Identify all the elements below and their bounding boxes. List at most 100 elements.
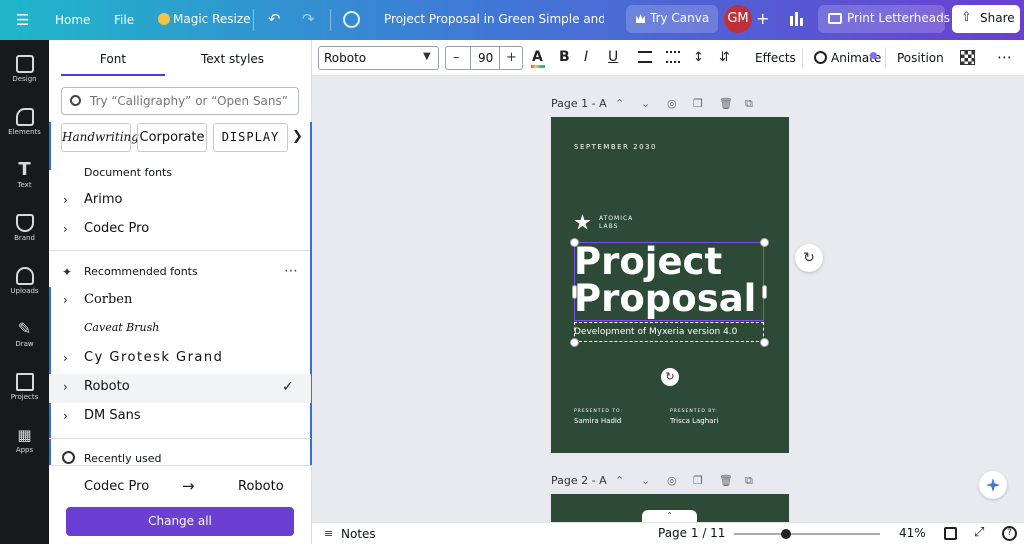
file-menu[interactable]: File <box>114 12 134 28</box>
magic-refresh-button[interactable]: ↻ <box>795 244 823 272</box>
italic-button[interactable]: I <box>584 49 588 65</box>
bold-button[interactable]: B <box>559 49 570 65</box>
animate-button[interactable]: Animate <box>813 46 881 70</box>
redo-icon[interactable]: ↷ <box>302 11 315 27</box>
brand-sub[interactable]: LABS <box>599 223 618 230</box>
underline-button[interactable]: U <box>608 49 618 65</box>
chevron-down-icon[interactable]: ⌄ <box>641 97 650 110</box>
title-line-1[interactable]: Project <box>574 241 722 282</box>
hide-icon[interactable]: ◎ <box>667 474 677 487</box>
print-letterheads-button[interactable]: Print Letterheads <box>818 5 950 33</box>
rail-item-projects[interactable]: Projects <box>0 364 49 416</box>
title-line-2[interactable]: Proposal <box>574 278 756 319</box>
page-indicator[interactable]: Page 1 / 11 <box>658 526 725 540</box>
presented-to-label[interactable]: PRESENTED TO: <box>574 409 623 414</box>
rail-item-apps[interactable]: ▦ Apps <box>0 417 49 469</box>
resize-handle[interactable] <box>760 338 769 347</box>
list-icon[interactable] <box>666 51 680 63</box>
chevron-right-icon[interactable]: ❯ <box>292 129 303 144</box>
decrease-size-button[interactable]: – <box>453 50 460 65</box>
cloud-sync-icon[interactable] <box>343 11 360 28</box>
rail-item-draw[interactable]: ✎ Draw <box>0 311 49 363</box>
add-page-icon[interactable]: ⧉ <box>745 97 753 111</box>
more-options-icon[interactable]: ⋯ <box>284 263 298 279</box>
trash-icon[interactable]: 🗑 <box>719 97 733 110</box>
text-color-icon[interactable]: A <box>531 49 545 68</box>
add-collaborator-icon[interactable]: + <box>756 11 769 27</box>
notes-button[interactable]: ≡ Notes <box>322 525 382 543</box>
menu-icon[interactable]: ☰ <box>16 12 29 28</box>
resize-handle[interactable] <box>570 238 579 247</box>
font-row-cy-grotesk-grand[interactable]: › Cy Grotesk Grand <box>49 345 311 374</box>
presented-by-label[interactable]: PRESENTED BY: <box>670 409 718 414</box>
share-button[interactable]: ⇧ Share <box>952 5 1020 33</box>
tab-font[interactable]: Font <box>61 52 165 66</box>
page-2-label[interactable]: Page 2 - A... <box>551 474 607 487</box>
help-icon[interactable]: ? <box>1002 526 1017 541</box>
font-search[interactable] <box>61 87 299 115</box>
magic-resize-button[interactable]: Magic Resize <box>150 7 251 33</box>
add-page-icon[interactable]: ⧉ <box>745 474 753 488</box>
spacing-icon[interactable]: ↕ <box>693 50 704 65</box>
resize-handle[interactable] <box>762 285 767 299</box>
increase-size-button[interactable]: + <box>506 50 517 65</box>
assistant-button[interactable] <box>979 471 1007 499</box>
rail-item-elements[interactable]: Elements <box>0 99 49 151</box>
zoom-slider-thumb[interactable] <box>781 529 791 539</box>
rail-item-text[interactable]: T Text <box>0 152 49 204</box>
font-row-arimo[interactable]: › Arimo <box>49 187 311 216</box>
font-dropdown[interactable]: Roboto ▼ <box>318 46 439 70</box>
chevron-down-icon[interactable]: ⌄ <box>641 474 650 487</box>
font-row-dm-sans[interactable]: › DM Sans <box>49 403 311 432</box>
resize-handle[interactable] <box>572 285 577 299</box>
rail-item-uploads[interactable]: Uploads <box>0 258 49 310</box>
undo-icon[interactable]: ↶ <box>268 11 281 27</box>
page-1-label[interactable]: Page 1 - A... <box>551 97 607 110</box>
resize-handle[interactable] <box>570 338 579 347</box>
analytics-icon[interactable] <box>783 6 811 34</box>
duplicate-icon[interactable]: ❐ <box>693 97 703 110</box>
font-row-codec-pro[interactable]: › Codec Pro <box>49 216 311 245</box>
tab-text-styles[interactable]: Text styles <box>179 52 286 66</box>
zoom-slider[interactable] <box>734 529 880 539</box>
font-size-input[interactable]: 90 <box>478 51 493 65</box>
search-input[interactable] <box>90 93 290 109</box>
presented-to-name[interactable]: Samira Hadid <box>574 417 621 425</box>
subtitle-text[interactable]: Development of Myxeria version 4.0 <box>574 327 737 337</box>
chevron-up-icon[interactable]: ⌃ <box>615 474 624 487</box>
avatar[interactable]: GM <box>724 5 752 33</box>
align-icon[interactable] <box>638 51 652 63</box>
vertical-text-icon[interactable]: ⇵ <box>719 50 730 65</box>
resize-handle[interactable] <box>760 238 769 247</box>
try-canva-pro-button[interactable]: Try Canva <box>626 5 718 33</box>
show-pages-button[interactable]: ⌃ <box>642 510 697 522</box>
effects-button[interactable]: Effects <box>755 51 796 65</box>
rotate-handle[interactable]: ↻ <box>661 368 679 386</box>
trash-icon[interactable]: 🗑 <box>719 474 733 487</box>
chip-corporate[interactable]: Corporate <box>137 123 207 152</box>
brand-name[interactable]: ATOMICA <box>599 215 633 222</box>
rail-item-design[interactable]: Design <box>0 46 49 98</box>
hide-icon[interactable]: ◎ <box>667 97 677 110</box>
transparency-icon[interactable] <box>960 50 975 65</box>
chip-handwriting[interactable]: Handwriting <box>61 123 139 152</box>
rail-item-brand[interactable]: Brand <box>0 205 49 257</box>
position-button[interactable]: Position <box>897 51 944 65</box>
date-text[interactable]: SEPTEMBER 2030 <box>574 143 657 151</box>
presented-by-name[interactable]: Trisca Laghari <box>670 417 718 425</box>
font-row-caveat-brush[interactable]: Caveat Brush <box>49 316 311 345</box>
zoom-level[interactable]: 41% <box>899 526 926 540</box>
chip-display[interactable]: DISPLAY <box>213 123 288 152</box>
chevron-up-icon[interactable]: ⌃ <box>615 97 624 110</box>
change-all-button[interactable]: Change all <box>66 507 294 536</box>
font-name: Arimo <box>84 192 123 207</box>
font-row-corben[interactable]: › Corben <box>49 287 311 316</box>
more-options-icon[interactable]: ⋯ <box>997 48 1012 66</box>
fullscreen-icon[interactable]: ⤢ <box>974 525 984 540</box>
page-1[interactable]: SEPTEMBER 2030 ATOMICA LABS Project Prop… <box>551 117 789 453</box>
document-title[interactable]: Project Proposal in Green Simple and Min… <box>384 12 604 26</box>
grid-view-icon[interactable] <box>944 527 957 540</box>
duplicate-icon[interactable]: ❐ <box>693 474 703 487</box>
home-link[interactable]: Home <box>55 12 90 28</box>
font-row-roboto[interactable]: › Roboto ✓ <box>49 374 311 403</box>
